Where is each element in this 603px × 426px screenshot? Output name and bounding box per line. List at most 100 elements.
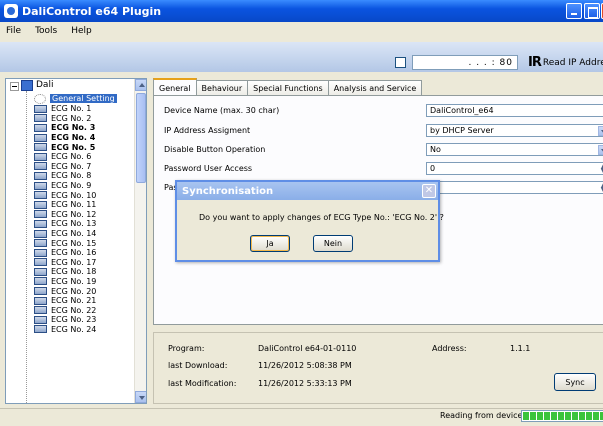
- tree-item-label: ECG No. 23: [51, 315, 97, 325]
- tree-item-ecg[interactable]: ECG No. 8: [34, 171, 117, 181]
- tree-item-ecg[interactable]: ECG No. 6: [34, 152, 117, 162]
- progress-bar: [521, 410, 603, 422]
- ecg-device-icon: [34, 171, 47, 180]
- scroll-up-button[interactable]: [135, 79, 146, 91]
- tree-item-ecg[interactable]: ECG No. 16: [34, 248, 117, 258]
- tree-item-ecg[interactable]: ECG No. 23: [34, 315, 117, 325]
- read-ip-label: Read IP Addres: [542, 57, 603, 68]
- menu-bar: File Tools Help: [0, 22, 603, 40]
- ecg-device-icon: [34, 248, 47, 257]
- sync-button[interactable]: Sync: [554, 373, 596, 391]
- spinner-icon[interactable]: ▲▼: [598, 182, 603, 194]
- password-spinner[interactable]: 0 ▲▼: [426, 162, 603, 175]
- ecg-device-icon: [34, 123, 47, 132]
- tab-bar: General Behaviour Special Functions Anal…: [153, 78, 423, 96]
- device-name-label: Device Name (max. 30 char): [164, 106, 280, 115]
- tree-item-ecg[interactable]: ECG No. 14: [34, 229, 117, 239]
- tree-item-label: ECG No. 1: [51, 104, 92, 114]
- tree-item-label: ECG No. 21: [51, 296, 97, 306]
- ip-assign-label: IP Address Assigment: [164, 126, 251, 135]
- tree-item-label: ECG No. 2: [51, 113, 92, 123]
- tab-special-functions[interactable]: Special Functions: [247, 80, 329, 96]
- tree-item-ecg[interactable]: ECG No. 15: [34, 238, 117, 248]
- ip-address-input[interactable]: . . . : 80: [412, 55, 518, 70]
- tree-item-ecg[interactable]: ECG No. 13: [34, 219, 117, 229]
- tree-item-label: ECG No. 3: [51, 123, 96, 133]
- tree-item-ecg[interactable]: ECG No. 18: [34, 267, 117, 277]
- tree-item-ecg[interactable]: ECG No. 2: [34, 114, 117, 124]
- scroll-thumb[interactable]: [136, 93, 146, 183]
- tree-item-ecg[interactable]: ECG No. 17: [34, 258, 117, 268]
- ecg-device-icon: [34, 287, 47, 296]
- tree-item-ecg[interactable]: ECG No. 9: [34, 181, 117, 191]
- ip-assign-select[interactable]: by DHCP Server: [426, 124, 603, 137]
- ecg-device-icon: [34, 210, 47, 219]
- last-download-value: 11/26/2012 5:08:38 PM: [258, 361, 352, 370]
- ecg-device-icon: [34, 239, 47, 248]
- tab-analysis-service[interactable]: Analysis and Service: [327, 80, 423, 96]
- tree-item-ecg[interactable]: ECG No. 5: [34, 142, 117, 152]
- tree-item-label: ECG No. 20: [51, 286, 97, 296]
- password-label: Password User Access: [164, 164, 253, 173]
- tree-item-label: ECG No. 4: [51, 133, 96, 143]
- scroll-down-button[interactable]: [135, 391, 146, 403]
- menu-tools[interactable]: Tools: [35, 26, 57, 36]
- program-value: DaliControl e64-01-0110: [258, 344, 357, 353]
- dialog-close-icon[interactable]: ✕: [422, 184, 436, 198]
- tree-item-label: ECG No. 10: [51, 190, 97, 200]
- tab-behaviour[interactable]: Behaviour: [195, 80, 249, 96]
- ecg-device-icon: [34, 104, 47, 113]
- ecg-device-icon: [34, 229, 47, 238]
- tree-root-label[interactable]: Dali: [36, 80, 53, 90]
- tree-item-ecg[interactable]: ECG No. 10: [34, 190, 117, 200]
- device-name-input[interactable]: DaliControl_e64: [426, 104, 603, 117]
- menu-help[interactable]: Help: [71, 26, 92, 36]
- disable-button-label: Disable Button Operation: [164, 145, 266, 154]
- last-modification-value: 11/26/2012 5:33:13 PM: [258, 379, 352, 388]
- minimize-button[interactable]: [566, 3, 582, 19]
- arrow-up-icon: [139, 83, 145, 87]
- device-tree[interactable]: Dali General Setting ECG No. 1 ECG No. 2 EC…: [5, 78, 147, 404]
- settings-icon: [34, 93, 46, 104]
- tree-item-ecg[interactable]: ECG No. 20: [34, 286, 117, 296]
- tree-item-label: ECG No. 24: [51, 324, 97, 334]
- tree-item-ecg[interactable]: ECG No. 11: [34, 200, 117, 210]
- ip-assign-value: by DHCP Server: [430, 126, 494, 135]
- tree-item-ecg[interactable]: ECG No. 7: [34, 162, 117, 172]
- tree-item-ecg[interactable]: ECG No. 4: [34, 133, 117, 143]
- maximize-button[interactable]: [584, 3, 600, 19]
- tree-item-ecg[interactable]: ECG No. 24: [34, 325, 117, 335]
- row5-spinner[interactable]: ▲▼: [426, 181, 603, 194]
- ecg-device-icon: [34, 181, 47, 190]
- tree-item-ecg[interactable]: ECG No. 3: [34, 123, 117, 133]
- dialog-yes-button[interactable]: Ja: [250, 235, 290, 252]
- read-ip-button[interactable]: IR Read IP Addres: [528, 55, 603, 70]
- disable-button-select[interactable]: No: [426, 143, 603, 156]
- menu-file[interactable]: File: [6, 26, 21, 36]
- tree-item-ecg[interactable]: ECG No. 21: [34, 296, 117, 306]
- status-text: Reading from device: [440, 411, 523, 420]
- tree-item-ecg[interactable]: ECG No. 1: [34, 104, 117, 114]
- tab-general[interactable]: General: [153, 78, 197, 96]
- dialog-no-button[interactable]: Nein: [313, 235, 353, 252]
- ecg-device-icon: [34, 152, 47, 161]
- ecg-device-icon: [34, 277, 47, 286]
- last-download-label: last Download:: [168, 361, 228, 370]
- ecg-device-icon: [34, 219, 47, 228]
- chevron-down-icon: [598, 126, 603, 136]
- spinner-icon[interactable]: ▲▼: [598, 163, 603, 175]
- tree-item-ecg[interactable]: ECG No. 19: [34, 277, 117, 287]
- tree-item-ecg[interactable]: ECG No. 22: [34, 305, 117, 315]
- tree-item-ecg[interactable]: ECG No. 12: [34, 210, 117, 220]
- ecg-device-icon: [34, 267, 47, 276]
- tree-line: [26, 91, 27, 403]
- tree-item-label: ECG No. 14: [51, 229, 97, 239]
- password-value: 0: [430, 164, 436, 173]
- last-modification-label: last Modification:: [168, 379, 237, 388]
- tree-scrollbar[interactable]: [134, 79, 146, 403]
- tree-item-label: ECG No. 13: [51, 219, 97, 229]
- collapse-icon[interactable]: [10, 82, 19, 91]
- window-title: DaliControl e64 Plugin: [22, 4, 162, 18]
- tree-item-general-setting[interactable]: General Setting: [34, 93, 117, 104]
- ip-checkbox[interactable]: [395, 57, 406, 68]
